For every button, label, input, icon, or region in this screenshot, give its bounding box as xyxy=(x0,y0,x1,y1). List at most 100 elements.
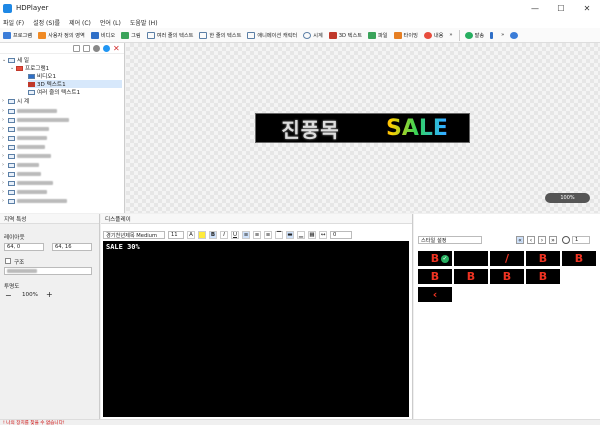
tree-item-multiline-text[interactable]: 여러 줄의 텍스트1 xyxy=(28,88,80,96)
align-left-icon[interactable]: ≡ xyxy=(242,231,250,239)
single-line-text-button[interactable]: 한 줄의 텍스트 xyxy=(199,31,241,39)
picture-button[interactable]: 그림 xyxy=(121,31,141,39)
italic-button[interactable]: I xyxy=(220,231,228,239)
page-select[interactable]: 1 xyxy=(572,236,590,244)
align-right-icon[interactable]: ≡ xyxy=(264,231,272,239)
video-label: 비디오 xyxy=(100,32,116,39)
screen-icon xyxy=(8,98,15,104)
3d-text-button[interactable]: 3D 텍스트 xyxy=(328,31,362,39)
style-settings-select[interactable]: 스타일 설정 xyxy=(418,236,482,244)
info-button[interactable] xyxy=(490,31,495,39)
valign-top-icon[interactable]: ▔ xyxy=(275,231,283,239)
spacing-input[interactable]: 0 xyxy=(330,231,352,239)
tree-screen-node[interactable]: ⌄ 세 일 xyxy=(2,56,29,64)
tree-screen-node-blurred[interactable]: › xyxy=(2,161,39,169)
bold-button[interactable]: B xyxy=(209,231,217,239)
tree-screen-node-blurred[interactable]: › xyxy=(2,125,49,133)
text-editor[interactable]: SALE 30% xyxy=(103,241,409,417)
clock-button[interactable]: 시계 xyxy=(303,31,323,39)
effect-tile[interactable]: B xyxy=(526,269,560,284)
screen-icon xyxy=(8,117,15,123)
menu-settings[interactable]: 설정 (S)를 xyxy=(33,18,60,27)
led-sign-preview[interactable]: 진풍목 SALE xyxy=(255,113,470,143)
increase-button[interactable]: + xyxy=(46,290,53,299)
settings-button[interactable] xyxy=(510,31,520,39)
border-checkbox[interactable] xyxy=(5,258,11,264)
file-button[interactable]: 파일 xyxy=(368,31,388,39)
move-up-icon[interactable] xyxy=(93,44,100,52)
tree-program-node[interactable]: ⌄ 프로그램1 xyxy=(10,64,49,72)
tree-screen-node-blurred[interactable]: › xyxy=(2,116,69,124)
tree-item-video[interactable]: 비디오1 xyxy=(28,72,56,80)
effect-tile[interactable]: B xyxy=(454,269,488,284)
custom-area-button[interactable]: 사용자 정의 영역 xyxy=(38,31,85,39)
spacing-icon[interactable]: ↔ xyxy=(319,231,327,239)
toolbar-more-button[interactable]: » xyxy=(449,32,452,38)
delete-icon[interactable]: ✕ xyxy=(113,44,120,52)
menu-language[interactable]: 언어 (L) xyxy=(100,18,121,27)
next-page-icon[interactable]: › xyxy=(538,236,546,244)
menu-control[interactable]: 제어 (C) xyxy=(69,18,91,27)
effect-tile[interactable]: B xyxy=(418,269,452,284)
tree-screen-node-blurred[interactable]: › xyxy=(2,170,41,178)
video-node-label: 비디오1 xyxy=(37,74,56,80)
paste-icon[interactable] xyxy=(83,44,90,52)
effect-tile[interactable]: / xyxy=(490,251,524,266)
reset-icon[interactable] xyxy=(562,236,570,244)
first-page-icon[interactable]: « xyxy=(516,236,524,244)
effect-tile[interactable]: ‹ xyxy=(418,287,452,302)
timing-button[interactable]: 타이밍 xyxy=(393,31,418,39)
decrease-button[interactable]: − xyxy=(5,291,12,300)
move-down-icon[interactable] xyxy=(103,44,110,52)
prev-page-icon[interactable]: ‹ xyxy=(527,236,535,244)
effect-tile[interactable]: B xyxy=(562,251,596,266)
tree-screen-node-blurred[interactable]: › xyxy=(2,197,67,205)
multiline-text-icon xyxy=(146,31,155,39)
tree-screen-node-blurred[interactable]: › xyxy=(2,134,47,142)
menu-file[interactable]: 파일 (F) xyxy=(3,18,24,27)
font-color-icon[interactable]: A xyxy=(187,231,195,239)
highlight-icon[interactable] xyxy=(198,231,206,239)
effect-tile[interactable]: B xyxy=(526,251,560,266)
menu-help[interactable]: 도움말 (H) xyxy=(130,18,158,27)
tree-screen-node-blurred[interactable]: › xyxy=(2,152,51,160)
minimize-button[interactable]: — xyxy=(522,0,548,16)
multiline-text-button[interactable]: 여러 줄의 텍스트 xyxy=(146,31,193,39)
valign-middle-icon[interactable]: ▬ xyxy=(286,231,294,239)
align-center-icon[interactable]: ≡ xyxy=(253,231,261,239)
maximize-button[interactable]: ☐ xyxy=(548,0,574,16)
tree-screen-node-blurred[interactable]: › xyxy=(2,143,45,151)
send-button[interactable]: 발송 xyxy=(464,31,484,39)
screen-icon xyxy=(8,198,15,204)
last-page-icon[interactable]: » xyxy=(549,236,557,244)
effects-panel: 스타일 설정 « ‹ › » 1 B ✓ / B B B B B B ‹ xyxy=(414,214,600,419)
tree-screen-node-2[interactable]: › 시 계 xyxy=(2,97,29,105)
underline-button[interactable]: U xyxy=(231,231,239,239)
custom-area-label: 사용자 정의 영역 xyxy=(48,32,85,39)
effect-tile[interactable]: B xyxy=(490,269,524,284)
program-tree-panel: ✕ ⌄ 세 일 ⌄ 프로그램1 비디오1 3D 텍스트1 여러 줄의 텍스트1 … xyxy=(0,43,125,213)
effect-tile[interactable] xyxy=(454,251,488,266)
toolbar-more-button-2[interactable]: » xyxy=(501,32,504,38)
transparency-label: 투명도 xyxy=(4,284,20,290)
valign-bottom-icon[interactable]: ▁ xyxy=(297,231,305,239)
video-button[interactable]: 비디오 xyxy=(90,31,116,39)
tree-screen-node-blurred[interactable]: › xyxy=(2,107,57,115)
table-icon[interactable]: ▦ xyxy=(308,231,316,239)
program-button[interactable]: 프로그램 xyxy=(3,31,32,39)
tree-item-3d-text[interactable]: 3D 텍스트1 xyxy=(28,80,122,88)
redacted-label xyxy=(17,154,51,158)
tree-screen-node-blurred[interactable]: › xyxy=(2,179,53,187)
size-field[interactable]: 64, 16 xyxy=(52,243,92,251)
animated-character-button[interactable]: 애니메이션 캐릭터 xyxy=(247,31,297,39)
position-field[interactable]: 64, 0 xyxy=(4,243,44,251)
program-icon xyxy=(16,65,23,71)
zoom-indicator[interactable]: 100% xyxy=(545,193,590,203)
close-button[interactable]: ✕ xyxy=(574,0,600,16)
font-select[interactable]: 경기천년제목 Medium xyxy=(103,231,165,239)
tree-screen-node-blurred[interactable]: › xyxy=(2,188,47,196)
border-style-select[interactable] xyxy=(4,267,92,275)
copy-icon[interactable] xyxy=(73,44,80,52)
content-button[interactable]: 내용 xyxy=(423,31,443,39)
font-size-select[interactable]: 11 xyxy=(168,231,184,239)
